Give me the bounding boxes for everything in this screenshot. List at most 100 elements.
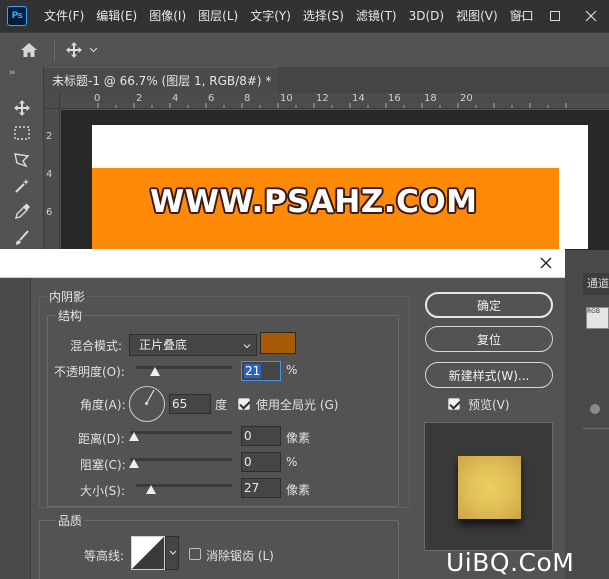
ruler-tick-label: 20 (460, 93, 473, 104)
close-window-button[interactable] (573, 0, 609, 32)
global-light-label: 使用全局光 (G) (256, 398, 339, 412)
horizontal-ruler[interactable]: 0 2 4 6 8 10 12 14 16 18 20 (60, 93, 609, 109)
ruler-tick-label: 2 (136, 93, 143, 104)
reset-button[interactable]: 复位 (425, 326, 553, 352)
menu-image[interactable]: 图像(I) (143, 0, 192, 32)
eyedropper-tool[interactable] (12, 202, 32, 222)
choke-slider-thumb[interactable] (129, 459, 139, 468)
vertical-ruler[interactable]: 2 4 6 (44, 109, 60, 249)
menu-select[interactable]: 选择(S) (297, 0, 350, 32)
close-icon (585, 10, 597, 22)
brush-icon (16, 230, 29, 245)
menu-type[interactable]: 文字(Y) (244, 0, 297, 32)
opacity-value: 21 (244, 364, 262, 378)
marquee-tool[interactable] (12, 123, 32, 143)
ruler-tick-label: 10 (280, 93, 293, 104)
blend-mode-select[interactable]: 正片叠底 (129, 334, 257, 356)
menu-layer[interactable]: 图层(L) (192, 0, 244, 32)
global-light-checkbox[interactable] (238, 398, 250, 410)
styles-list-panel (0, 278, 31, 579)
ruler-tick-label: 8 (244, 93, 251, 104)
distance-slider-thumb[interactable] (129, 432, 139, 441)
size-input[interactable]: 27 (241, 478, 281, 498)
opacity-slider-thumb[interactable] (150, 367, 160, 376)
structure-title: 结构 (56, 307, 85, 324)
magic-wand-tool[interactable] (12, 176, 32, 196)
minimize-icon (514, 15, 524, 17)
document-tab[interactable]: 未标题-1 @ 66.7% (图层 1, RGB/8#) * ✕ (44, 67, 289, 93)
shadow-color-swatch[interactable] (260, 332, 296, 354)
options-bar (0, 32, 609, 66)
ruler-origin[interactable] (44, 93, 60, 109)
move-tool-preset[interactable] (65, 41, 98, 59)
choke-unit: % (286, 455, 298, 469)
ruler-tick-label: 16 (388, 93, 401, 104)
right-panel (565, 250, 609, 579)
antialias-checkbox[interactable] (189, 548, 201, 560)
watermark-text: UiBQ.CoM (446, 548, 575, 577)
menu-3d[interactable]: 3D(D) (403, 0, 450, 32)
close-icon (540, 257, 552, 269)
preview-label: 预览(V) (468, 398, 510, 412)
channels-panel-tab[interactable]: 通道 (583, 273, 609, 295)
opacity-input[interactable]: 21 (241, 361, 281, 381)
dialog-close-button[interactable] (537, 254, 555, 272)
contour-picker[interactable] (131, 536, 165, 570)
contour-label: 等高线: (84, 549, 125, 563)
ok-button-label: 确定 (476, 298, 501, 313)
panel-divider (583, 428, 609, 429)
size-unit: 像素 (286, 483, 311, 497)
ruler-tick-label: 4 (172, 93, 179, 104)
opacity-unit: % (286, 363, 298, 377)
home-icon (21, 42, 37, 57)
ruler-tick-label: 14 (352, 93, 365, 104)
rectangle-marquee-icon (14, 126, 30, 140)
distance-input[interactable]: 0 (241, 426, 281, 446)
contour-dropdown[interactable] (165, 536, 179, 570)
size-slider-thumb[interactable] (146, 485, 156, 494)
menu-bar: Ps 文件(F) 编辑(E) 图像(I) 图层(L) 文字(Y) 选择(S) 滤… (0, 0, 609, 32)
lasso-tool[interactable] (12, 150, 32, 170)
move-tool-icon (14, 100, 30, 116)
toolbox: ›› (0, 66, 44, 256)
angle-input[interactable]: 65 (169, 394, 211, 414)
angle-needle-icon (145, 389, 155, 405)
polygonal-lasso-icon (14, 153, 30, 168)
menu-filter[interactable]: 滤镜(T) (350, 0, 403, 32)
window-controls (501, 0, 609, 32)
new-style-button-label: 新建样式(W)... (448, 368, 530, 383)
menu-view[interactable]: 视图(V) (450, 0, 504, 32)
size-label: 大小(S): (80, 484, 126, 498)
maximize-icon (550, 11, 560, 21)
size-value: 27 (244, 481, 260, 495)
distance-slider-track[interactable] (130, 431, 232, 434)
angle-label: 角度(A): (80, 398, 126, 412)
move-tool[interactable] (12, 98, 32, 118)
choke-input[interactable]: 0 (241, 452, 281, 472)
magic-wand-icon (15, 179, 29, 193)
dialog-titlebar (0, 249, 565, 278)
minimize-button[interactable] (501, 0, 537, 32)
channel-load-selection-icon[interactable] (590, 404, 600, 414)
ok-button[interactable]: 确定 (425, 292, 553, 318)
toolbox-expand-icon[interactable]: ›› (9, 68, 15, 78)
maximize-button[interactable] (537, 0, 573, 32)
photoshop-logo: Ps (7, 6, 27, 26)
choke-slider-track[interactable] (130, 458, 232, 461)
menu-edit[interactable]: 编辑(E) (90, 0, 143, 32)
ruler-tick-label: 2 (46, 131, 53, 142)
tab-bar-empty (278, 67, 609, 93)
angle-unit: 度 (215, 398, 228, 412)
menu-file[interactable]: 文件(F) (38, 0, 90, 32)
new-style-button[interactable]: 新建样式(W)... (425, 362, 553, 388)
preview-checkbox[interactable] (448, 398, 460, 410)
brush-tool[interactable] (12, 228, 32, 248)
ruler-tick-label: 18 (424, 93, 437, 104)
ruler-tick-label: 0 (94, 93, 101, 104)
home-button[interactable] (14, 35, 44, 65)
blend-mode-label: 混合模式: (70, 339, 123, 353)
channel-thumbnail[interactable]: RGB (586, 307, 609, 329)
chevron-down-icon (89, 47, 98, 52)
angle-dial[interactable] (129, 386, 165, 422)
antialias-label: 消除锯齿 (L) (206, 549, 274, 563)
